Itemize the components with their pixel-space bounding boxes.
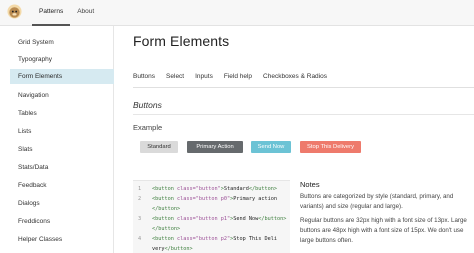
sidebar-item-dialogs[interactable]: Dialogs (10, 196, 114, 211)
sidebar-item-stats-data[interactable]: Stats/Data (10, 160, 114, 175)
code-text: Primary action (233, 196, 277, 202)
top-bar: Patterns About (0, 0, 474, 26)
code-attr: class="button p2" (177, 236, 231, 242)
sidebar-item-tables[interactable]: Tables (10, 106, 114, 121)
sidebar-item-navigation[interactable]: Navigation (10, 88, 114, 103)
code-text: Stop This Deli (233, 236, 277, 242)
sidebar-item-slats[interactable]: Slats (10, 142, 114, 157)
code-text: Standard (223, 186, 249, 192)
notes-paragraph: Buttons are categorized by style (standa… (300, 193, 454, 210)
code-attr: class="button p1" (177, 216, 231, 222)
sidebar-item-freddicons[interactable]: Freddicons (10, 214, 114, 229)
code-tag: <button (152, 236, 177, 242)
tab-checkboxes-radios[interactable]: Checkboxes & Radios (263, 72, 327, 87)
code-text: Send Now (233, 216, 259, 222)
code-attr: class="button" (177, 186, 221, 192)
tab-field-help[interactable]: Field help (224, 72, 252, 87)
tab-buttons[interactable]: Buttons (133, 72, 155, 87)
code-tag: </button> (164, 246, 193, 252)
code-block[interactable]: 1 <button class="button">Standard</butto… (133, 180, 290, 253)
code-tag: <button (152, 196, 177, 202)
code-line: very</button> (133, 244, 290, 253)
stop-delivery-button[interactable]: Stop This Delivery (300, 141, 361, 153)
sidebar-item-typography[interactable]: Typography (10, 52, 114, 67)
top-nav-patterns[interactable]: Patterns (32, 0, 71, 26)
sidebar-item-form-elements[interactable]: Form Elements (10, 69, 114, 84)
code-tag: <button (152, 186, 177, 192)
tab-inputs[interactable]: Inputs (195, 72, 213, 87)
send-now-button[interactable]: Send Now (251, 141, 291, 153)
sidebar-item-lists[interactable]: Lists (10, 124, 114, 139)
code-tag: <button (152, 216, 177, 222)
section-divider (133, 114, 474, 115)
sidebar-item-helper-classes[interactable]: Helper Classes (10, 232, 114, 247)
monkey-logo-icon[interactable] (7, 4, 22, 19)
code-tag: </button> (258, 216, 287, 222)
primary-action-button[interactable]: Primary Action (187, 141, 243, 153)
code-text: very (152, 246, 165, 252)
main-content: Form Elements Buttons Select Inputs Fiel… (114, 26, 474, 253)
top-nav-about[interactable]: About (70, 0, 101, 26)
sidebar-item-grid-system[interactable]: Grid System (10, 35, 114, 50)
notes-panel: Notes Buttons are categorized by style (… (300, 180, 474, 253)
sidebar-item-feedback[interactable]: Feedback (10, 178, 114, 193)
code-tag: </button> (248, 186, 277, 192)
notes-title: Notes (300, 180, 320, 189)
tab-select[interactable]: Select (166, 72, 184, 87)
page-title: Form Elements (133, 33, 230, 49)
section-tabs: Buttons Select Inputs Field help Checkbo… (133, 72, 474, 88)
section-heading: Buttons (133, 100, 162, 110)
example-label: Example (133, 123, 163, 132)
standard-button[interactable]: Standard (140, 141, 178, 153)
notes-paragraph: Regular buttons are 32px high with a fon… (300, 217, 467, 244)
code-attr: class="button p0" (177, 196, 231, 202)
code-tag: </button> (152, 226, 181, 232)
sidebar: Grid System Typography Form Elements Nav… (0, 26, 114, 253)
top-nav: Patterns About (32, 0, 101, 26)
code-tag: </button> (152, 206, 181, 212)
